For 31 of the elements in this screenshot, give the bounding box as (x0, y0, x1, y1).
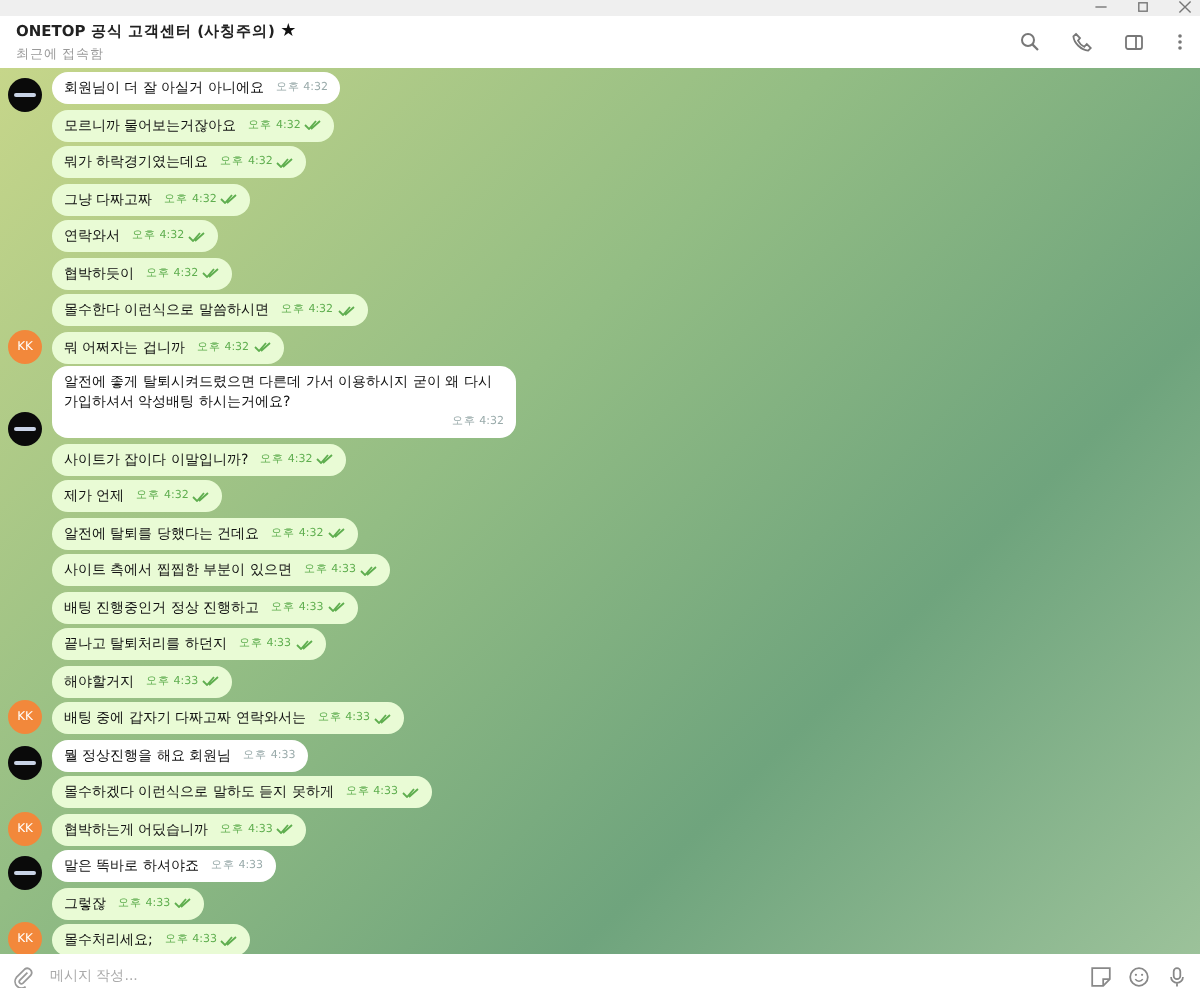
double-check-icon (276, 824, 295, 834)
double-check-icon (188, 231, 207, 241)
attach-icon[interactable] (12, 966, 34, 988)
emoji-icon[interactable] (1128, 966, 1150, 988)
more-icon[interactable] (1176, 32, 1184, 52)
double-check-icon (327, 528, 346, 538)
double-check-icon (374, 713, 393, 723)
microphone-icon[interactable] (1166, 966, 1188, 988)
double-check-icon (360, 565, 379, 575)
double-check-icon (220, 935, 239, 945)
sticker-icon[interactable] (1090, 966, 1112, 988)
double-check-icon (202, 676, 221, 686)
sidebar-icon[interactable] (1124, 32, 1144, 52)
double-check-icon (253, 342, 272, 352)
maximize-icon[interactable] (1136, 0, 1150, 14)
double-check-icon (174, 898, 193, 908)
double-check-icon (327, 602, 346, 612)
double-check-icon (304, 120, 323, 130)
double-check-icon (220, 194, 239, 204)
double-check-icon (337, 305, 356, 315)
minimize-icon[interactable] (1094, 0, 1108, 14)
star-mark: ★ (280, 21, 297, 42)
double-check-icon (295, 639, 314, 649)
double-check-icon (276, 157, 295, 167)
double-check-icon (402, 787, 421, 797)
search-icon[interactable] (1020, 32, 1040, 52)
phone-icon[interactable] (1072, 32, 1092, 52)
double-check-icon (202, 268, 221, 278)
close-icon[interactable] (1178, 0, 1192, 14)
double-check-icon (192, 491, 211, 501)
double-check-icon (316, 454, 335, 464)
